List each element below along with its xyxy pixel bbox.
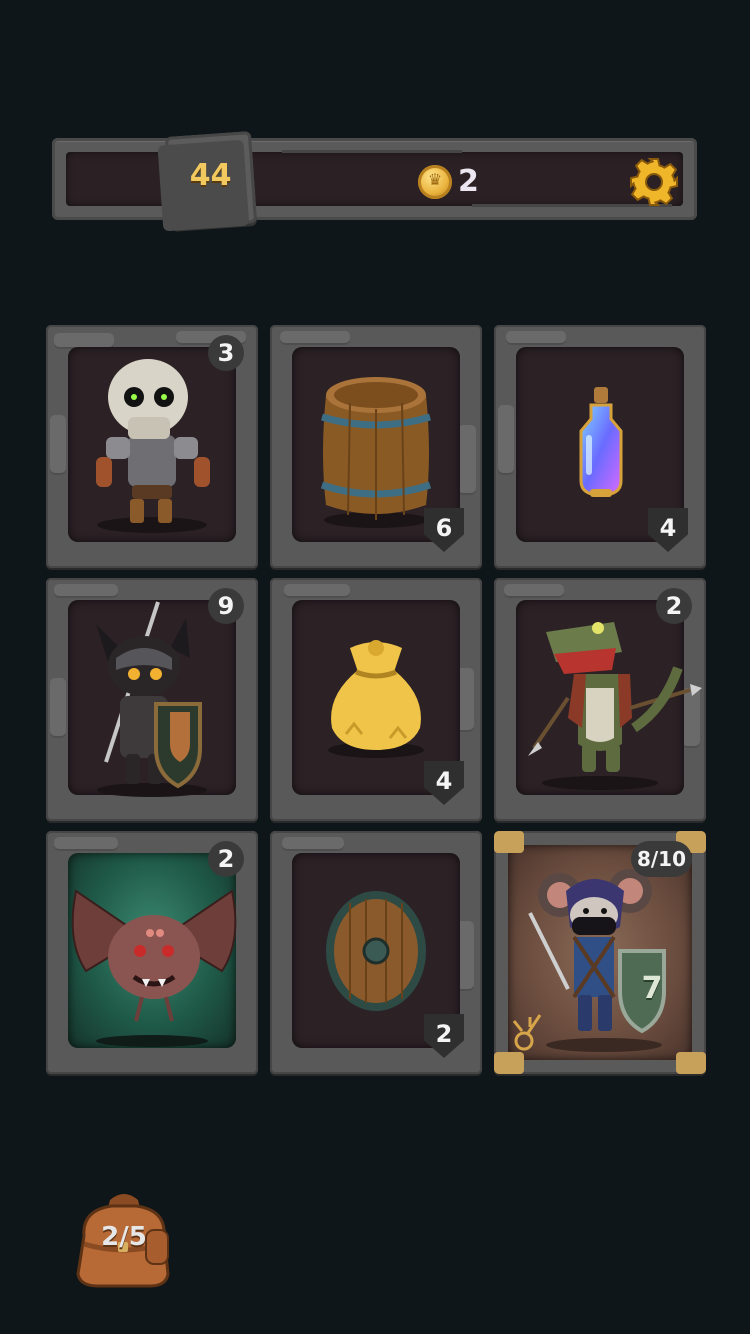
- card-grid: 3 6 4 9 4 2 2 2 8/10 7: [46, 325, 706, 1074]
- hero-shield-value: 7: [641, 971, 663, 1006]
- coin-count: 2: [458, 164, 479, 199]
- backpack-button[interactable]: 2/5: [70, 1186, 178, 1290]
- top-bar: [52, 138, 697, 220]
- card-value-badge: 9: [208, 588, 244, 624]
- card-value-badge: 3: [208, 335, 244, 371]
- card-shield[interactable]: 2: [270, 831, 482, 1074]
- card-crocodile[interactable]: 2: [494, 578, 706, 821]
- gold-coin-icon: [418, 165, 452, 199]
- inventory-count: 2/5: [101, 1222, 147, 1252]
- card-bat[interactable]: 2: [46, 831, 258, 1074]
- stone-seam: [282, 150, 462, 153]
- key-icon: [512, 1014, 542, 1051]
- card-gold-sack[interactable]: 4: [270, 578, 482, 821]
- card-value-badge: 2: [656, 588, 692, 624]
- card-value-badge: 2: [208, 841, 244, 877]
- card-hero[interactable]: 8/10 7: [494, 831, 706, 1074]
- hero-health-badge: 8/10: [630, 841, 692, 877]
- card-potion[interactable]: 4: [494, 325, 706, 568]
- gear-icon[interactable]: [628, 156, 680, 208]
- level-tile: 44: [157, 131, 258, 232]
- level-value: 44: [189, 158, 232, 194]
- card-skeleton[interactable]: 3: [46, 325, 258, 568]
- card-barrel[interactable]: 6: [270, 325, 482, 568]
- card-cat-knight[interactable]: 9: [46, 578, 258, 821]
